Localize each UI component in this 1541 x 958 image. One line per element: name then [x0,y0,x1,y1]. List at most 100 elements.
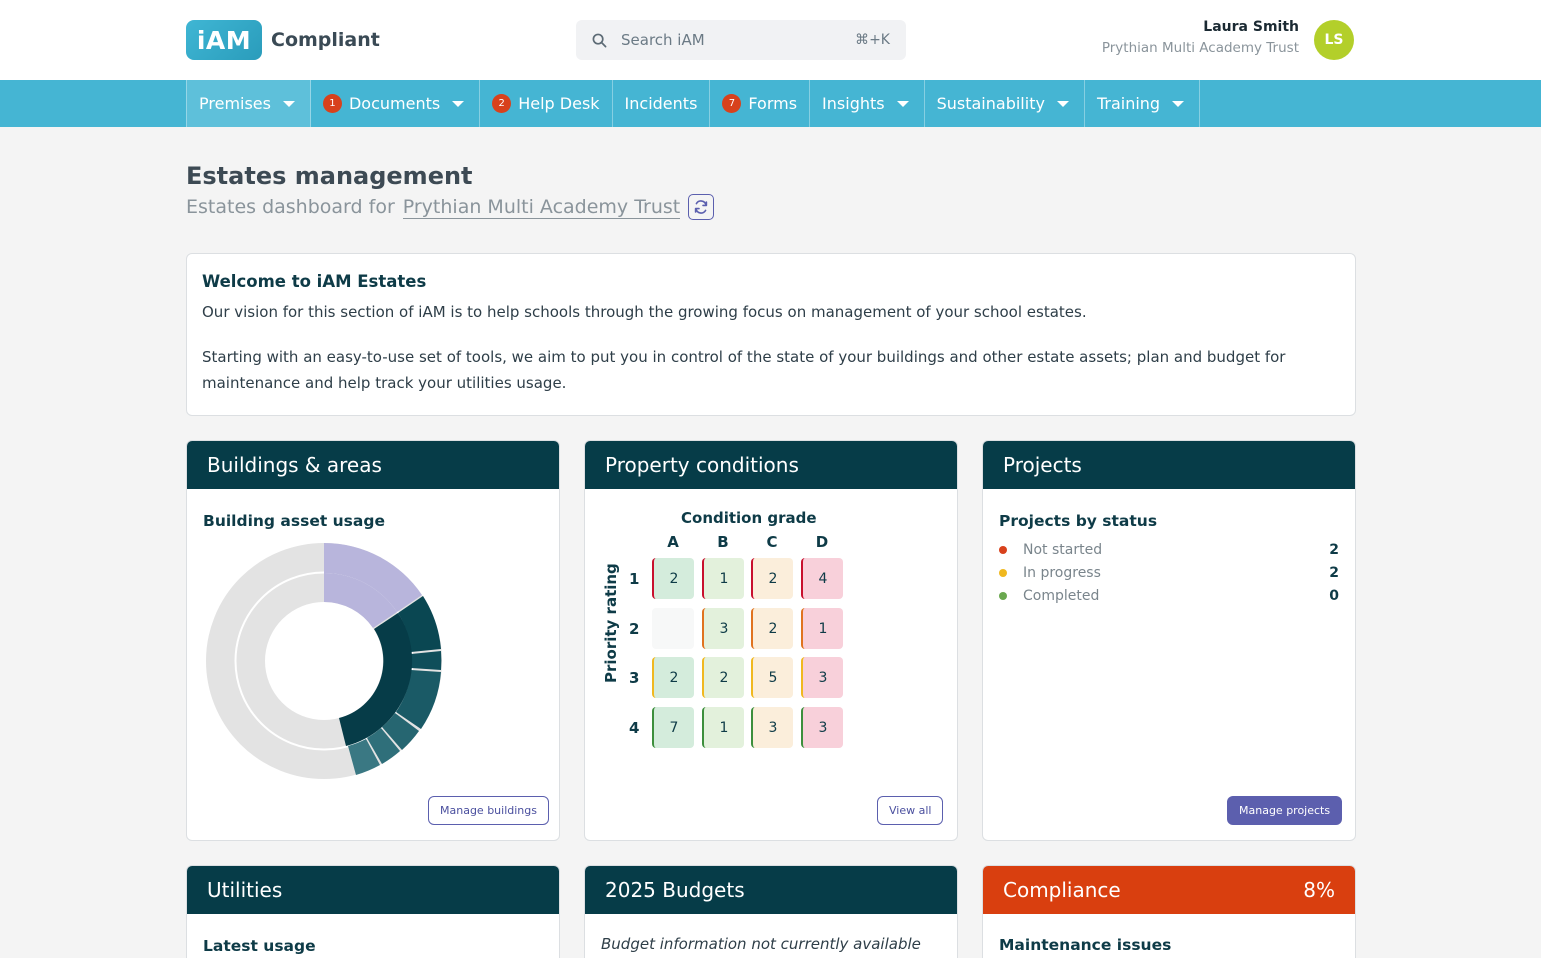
refresh-icon [695,200,708,214]
grade-column-label: B [717,533,729,551]
organisation-selector[interactable]: Prythian Multi Academy Trust [402,196,681,219]
nav-item-documents[interactable]: 1 Documents [311,80,481,127]
buildings-card: Buildings & areas Building asset usage M… [186,440,560,841]
condition-cell[interactable]: 2 [702,657,744,698]
condition-cell[interactable]: 1 [801,608,843,649]
condition-cell[interactable]: 3 [801,707,843,748]
refresh-button[interactable] [688,194,715,220]
status-count: 2 [1329,542,1339,558]
view-all-button[interactable]: View all [877,796,944,825]
condition-cell[interactable]: 3 [801,657,843,698]
manage-projects-button[interactable]: Manage projects [1227,796,1343,825]
priority-row-label: 1 [629,570,640,588]
status-count: 2 [1329,565,1339,581]
condition-cell[interactable]: 2 [652,657,694,698]
nav-label: Incidents [624,94,698,113]
search-shortcut: ⌘+K [855,32,890,48]
condition-cell[interactable]: 3 [702,608,744,649]
nav-item-sustainability[interactable]: Sustainability [925,80,1085,127]
status-count: 0 [1329,588,1339,604]
card-header: 2025 Budgets [585,866,957,914]
card-header: Buildings & areas [187,441,559,489]
card-header: Utilities [187,866,559,914]
card-subtitle: Maintenance issues [999,936,1172,954]
count-badge: 2 [492,94,512,113]
priority-row-label: 4 [629,719,640,737]
nav-label: Forms [748,94,798,113]
card-header: Compliance 8% [983,866,1355,914]
condition-cell[interactable]: 5 [751,657,793,698]
projects-card: Projects Projects by status Not started … [982,440,1356,841]
budget-message: Budget information not currently availab… [601,935,921,953]
grade-column-label: A [667,533,679,551]
card-subtitle: Projects by status [999,512,1158,530]
card-title: 2025 Budgets [605,878,745,902]
manage-buildings-button[interactable]: Manage buildings [428,796,549,825]
nav-item-insights[interactable]: Insights [810,80,925,127]
welcome-paragraph: Our vision for this section of iAM is to… [202,303,1087,321]
compliance-percent: 8% [1303,878,1335,902]
property-conditions-card: Property conditions Condition grade A B … [584,440,958,841]
nav-item-premises[interactable]: Premises [186,80,311,127]
search-placeholder: Search iAM [621,31,705,49]
user-info[interactable]: Laura Smith Prythian Multi Academy Trust [1102,19,1299,56]
priority-rating-label: Priority rating [602,563,620,683]
project-status-row[interactable]: In progress 2 [999,565,1339,581]
card-title: Buildings & areas [207,453,382,477]
status-label: Completed [1023,588,1100,604]
project-status-row[interactable]: Completed 0 [999,588,1339,604]
condition-cell[interactable]: 2 [751,558,793,599]
nav-label: Training [1096,94,1161,113]
condition-cell[interactable]: 2 [652,558,694,599]
condition-cell[interactable]: 4 [801,558,843,599]
card-subtitle: Latest usage [203,937,316,955]
condition-cell[interactable]: 7 [652,707,694,748]
nav-item-forms[interactable]: 7 Forms [710,80,811,127]
status-dot-icon [999,592,1007,600]
nav-item-training[interactable]: Training [1085,80,1201,127]
search-icon [592,33,607,47]
page-title: Estates management [186,162,473,190]
condition-cell[interactable]: 2 [751,608,793,649]
chevron-down-icon [896,100,909,107]
logo-text: Compliant [271,29,380,51]
nav-label: Premises [199,94,271,113]
priority-row-label: 3 [629,669,640,687]
search-input[interactable]: Search iAM ⌘+K [576,20,906,60]
card-subtitle: Building asset usage [203,512,385,530]
status-dot-icon [999,546,1007,554]
nav-label: Insights [822,94,885,113]
condition-cell[interactable] [652,608,694,649]
card-title: Projects [1003,453,1082,477]
subtitle-prefix: Estates dashboard for [186,196,395,218]
condition-cell[interactable]: 1 [702,558,744,599]
priority-row-label: 2 [629,620,640,638]
welcome-panel: Welcome to iAM Estates Our vision for th… [186,253,1356,416]
count-badge: 1 [322,94,342,113]
chevron-down-icon [1172,100,1185,107]
grade-column-label: D [815,533,829,551]
condition-cell[interactable]: 1 [702,707,744,748]
main-nav: Premises 1 Documents 2 Help Desk Inciden… [0,80,1541,127]
page-subtitle: Estates dashboard for Prythian Multi Aca… [186,194,715,220]
nav-item-incidents[interactable]: Incidents [613,80,711,127]
project-status-row[interactable]: Not started 2 [999,542,1339,558]
count-badge: 7 [722,94,742,113]
user-name: Laura Smith [1203,19,1299,35]
chevron-down-icon [282,100,295,107]
logo[interactable]: iAM Compliant [186,20,380,60]
nav-item-help-desk[interactable]: 2 Help Desk [480,80,613,127]
status-label: Not started [1023,542,1103,558]
welcome-title: Welcome to iAM Estates [202,272,427,291]
nav-label: Sustainability [936,94,1045,113]
condition-grade-label: Condition grade [681,509,817,527]
status-label: In progress [1023,565,1101,581]
avatar[interactable]: LS [1314,20,1354,60]
compliance-card: Compliance 8% Maintenance issues [982,865,1356,958]
user-org: Prythian Multi Academy Trust [1101,40,1299,56]
card-title: Utilities [207,878,283,902]
building-usage-donut [206,542,442,779]
condition-cell[interactable]: 3 [751,707,793,748]
utilities-card: Utilities Latest usage [186,865,560,958]
card-title: Compliance [1003,878,1121,902]
